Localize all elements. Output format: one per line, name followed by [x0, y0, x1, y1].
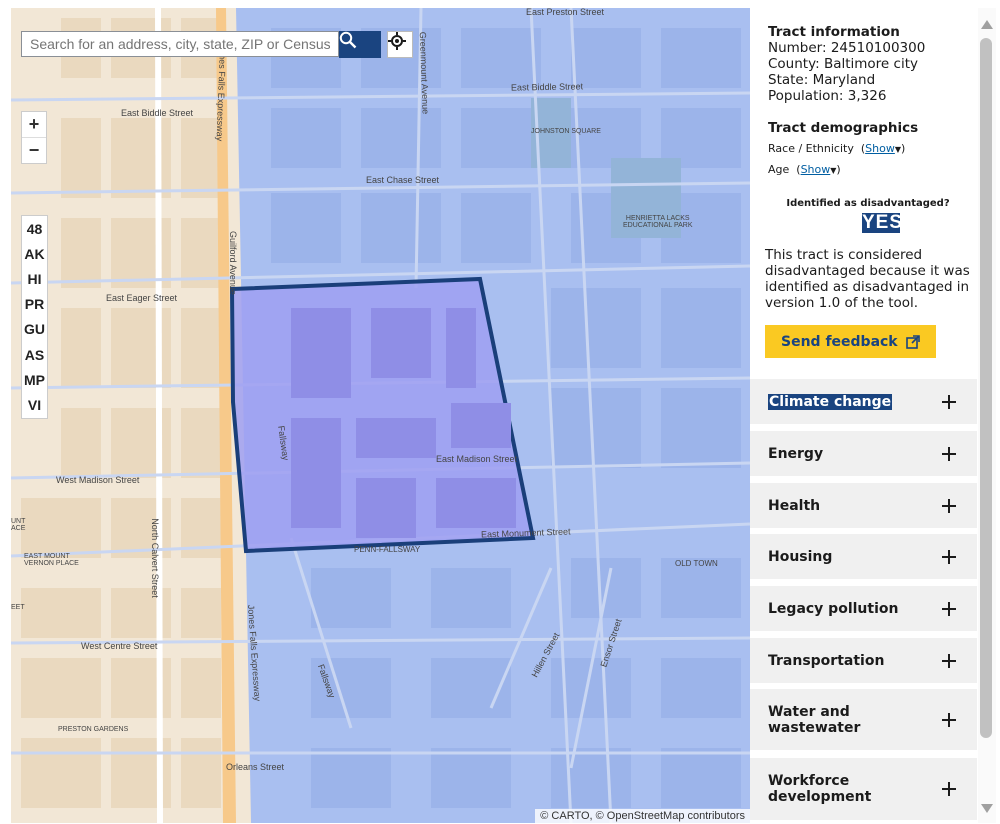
accordion-workforce-development[interactable]: Workforce development [750, 758, 977, 820]
identified-label: Identified as disadvantaged? [786, 198, 950, 209]
zoom-control: + − [21, 111, 47, 164]
search-button[interactable] [339, 31, 381, 58]
age-show-toggle[interactable]: Show [801, 163, 831, 176]
race-label: Race / Ethnicity [768, 142, 854, 155]
territory-button[interactable]: AS [22, 342, 47, 367]
chevron-down-icon: ▼ [830, 166, 837, 175]
race-row: Race / Ethnicity (Show▼) [768, 142, 906, 155]
zoom-in-button[interactable]: + [22, 112, 46, 137]
plus-icon [941, 446, 957, 462]
plus-icon [941, 549, 957, 565]
search-input[interactable] [22, 36, 338, 52]
map-attribution[interactable]: © CARTO, © OpenStreetMap contributors [535, 809, 750, 823]
map-label: East Eager Street [106, 293, 178, 303]
race-show-toggle[interactable]: Show [865, 142, 895, 155]
search-box[interactable] [21, 31, 339, 57]
map-label: PENN-FALLSWAY [354, 545, 421, 554]
territory-button[interactable]: HI [22, 266, 47, 291]
identified-value-badge: YES [862, 212, 904, 233]
tract-county: County: Baltimore city [768, 56, 918, 72]
map-label: East Biddle Street [121, 108, 194, 118]
send-feedback-label: Send feedback [781, 333, 898, 350]
chevron-down-icon: ▼ [894, 145, 901, 154]
plus-icon [941, 601, 957, 617]
territory-button[interactable]: GU [22, 317, 47, 342]
territory-selector: 48 AK HI PR GU AS MP VI [21, 215, 48, 419]
tract-number: Number: 24510100300 [768, 40, 926, 56]
map-canvas[interactable] [11, 8, 750, 823]
external-link-icon [905, 334, 920, 349]
territory-button[interactable]: PR [22, 292, 47, 317]
send-feedback-button[interactable]: Send feedback [765, 325, 936, 358]
accordion-legacy-pollution[interactable]: Legacy pollution [750, 586, 977, 631]
map-label: East Biddle Street [510, 81, 584, 93]
tract-population: Population: 3,326 [768, 88, 887, 104]
map-label: West Madison Street [56, 475, 140, 485]
map-label: UNT ACE [11, 518, 26, 532]
age-label: Age [768, 163, 790, 176]
panel-scrollbar[interactable] [978, 8, 996, 823]
map-label: EET [11, 604, 25, 611]
map-area[interactable]: East Preston Street East Biddle Street E… [11, 8, 750, 823]
accordion-label: Transportation [768, 652, 885, 669]
plus-icon [941, 653, 957, 669]
map-label: PRESTON GARDENS [58, 726, 129, 733]
map-label: EAST MOUNT VERNON PLACE [24, 553, 79, 567]
accordion-transportation[interactable]: Transportation [750, 638, 977, 683]
map-label: North Calvert Street [149, 518, 160, 598]
accordion-climate-change[interactable]: Climate change [750, 379, 977, 424]
territory-button[interactable]: MP [22, 367, 47, 392]
tract-info-heading: Tract information [768, 24, 900, 40]
geolocate-button[interactable] [387, 31, 413, 58]
map-label: West Centre Street [81, 641, 158, 651]
map-label: East Madison Street [436, 454, 518, 464]
map-label: Orleans Street [226, 762, 285, 772]
accordion-label: Health [768, 497, 821, 514]
disadvantaged-reason: This tract is considered disadvantaged b… [765, 247, 970, 311]
accordion-label: Legacy pollution [768, 600, 899, 617]
map-label: HENRIETTA LACKS EDUCATIONAL PARK [623, 215, 693, 229]
accordion-label: Housing [768, 548, 833, 565]
accordion-label: Water and wastewater [768, 703, 861, 736]
accordion-housing[interactable]: Housing [750, 534, 977, 579]
plus-icon [941, 712, 957, 728]
search-icon [339, 31, 357, 49]
accordion-energy[interactable]: Energy [750, 431, 977, 476]
plus-icon [941, 781, 957, 797]
tract-info-panel: Tract information Number: 24510100300 Co… [750, 8, 978, 823]
territory-button[interactable]: VI [22, 392, 47, 417]
accordion-health[interactable]: Health [750, 483, 977, 528]
plus-icon [941, 498, 957, 514]
map-label: Guilford Avenue [227, 231, 238, 295]
scrollbar-thumb[interactable] [980, 38, 992, 738]
location-target-icon [388, 32, 406, 50]
accordion-label: Energy [768, 445, 824, 462]
accordion-label: Climate change [768, 393, 893, 410]
map-label: East Chase Street [366, 175, 440, 185]
map-label: East Preston Street [526, 8, 605, 17]
plus-icon [941, 394, 957, 410]
map-label: JOHNSTON SQUARE [531, 128, 601, 135]
accordion-water-and-wastewater[interactable]: Water and wastewater [750, 689, 977, 750]
tract-state: State: Maryland [768, 72, 876, 88]
age-row: Age (Show▼) [768, 163, 841, 176]
map-label: OLD TOWN [675, 559, 718, 568]
territory-button[interactable]: 48 [22, 216, 47, 241]
scroll-down-arrow-icon[interactable] [981, 804, 993, 813]
accordion-label: Workforce development [768, 773, 872, 805]
scroll-up-arrow-icon[interactable] [981, 20, 993, 29]
territory-button[interactable]: AK [22, 241, 47, 266]
demographics-heading: Tract demographics [768, 120, 919, 136]
zoom-out-button[interactable]: − [22, 137, 46, 163]
